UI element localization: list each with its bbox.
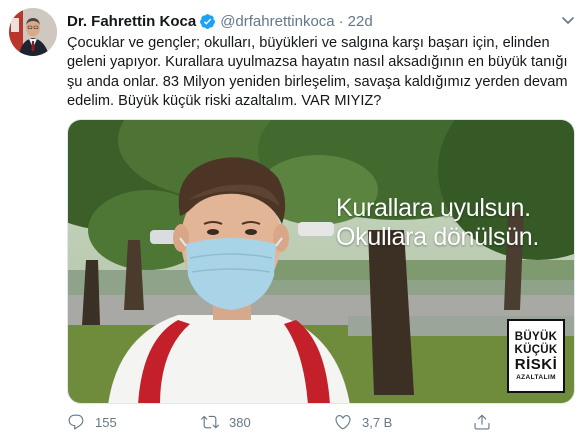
tweet-text-line: şu anda onlar. 83 Milyon yeniden birleşe…: [67, 73, 568, 90]
overlay-line: Okullara dönülsün.: [336, 223, 540, 251]
tweet-text: Çocuklar ve gençler; okulları, büyükleri…: [67, 34, 579, 112]
like-count: 3,7 B: [362, 414, 393, 430]
retweet-icon: [201, 415, 219, 429]
logo-line: BÜYÜK: [514, 330, 558, 343]
campaign-logo: BÜYÜK KÜÇÜK RİSKİ AZALTALIM: [507, 319, 565, 393]
reply-button[interactable]: 155: [67, 413, 117, 431]
logo-line: AZALTALIM: [516, 373, 556, 381]
share-icon: [474, 414, 490, 430]
media-photo: [68, 120, 574, 403]
share-button[interactable]: [473, 413, 491, 431]
handle[interactable]: @drfahrettinkoca: [220, 13, 334, 30]
reply-icon: [68, 414, 84, 430]
avatar[interactable]: [9, 8, 57, 56]
retweet-button[interactable]: 380: [201, 413, 251, 431]
tweet-text-line: Çocuklar ve gençler; okulları, büyükleri…: [67, 35, 550, 51]
tweet: Dr. Fahrettin Koca @drfahrettinkoca · 22…: [0, 0, 588, 436]
separator-dot: ·: [338, 12, 344, 30]
like-button[interactable]: 3,7 B: [334, 413, 392, 431]
reply-count: 155: [95, 414, 117, 430]
timestamp[interactable]: 22d: [348, 13, 373, 30]
tweet-actions: 155 380 3,7 B: [67, 412, 537, 432]
display-name[interactable]: Dr. Fahrettin Koca: [67, 13, 196, 30]
heart-icon: [335, 415, 351, 430]
verified-badge-icon: [199, 13, 216, 30]
tweet-text-line: geleni yapıyor. Kurallara uyulmazsa haya…: [67, 54, 568, 71]
more-options-chevron-icon[interactable]: [560, 12, 576, 28]
avatar-image: [9, 8, 57, 56]
tweet-media[interactable]: Kurallara uyulsun. Okullara dönülsün. BÜ…: [67, 119, 575, 404]
overlay-line: Kurallara uyulsun.: [336, 194, 531, 222]
tweet-text-line: edelim. Büyük küçük riski azaltalım. VAR…: [67, 93, 382, 110]
logo-line: KÜÇÜK: [514, 343, 558, 356]
tweet-header: Dr. Fahrettin Koca @drfahrettinkoca · 22…: [67, 11, 373, 31]
logo-line: RİSKİ: [514, 355, 558, 373]
retweet-count: 380: [229, 414, 251, 430]
media-overlay-text: Kurallara uyulsun. Okullara dönülsün.: [336, 194, 539, 252]
